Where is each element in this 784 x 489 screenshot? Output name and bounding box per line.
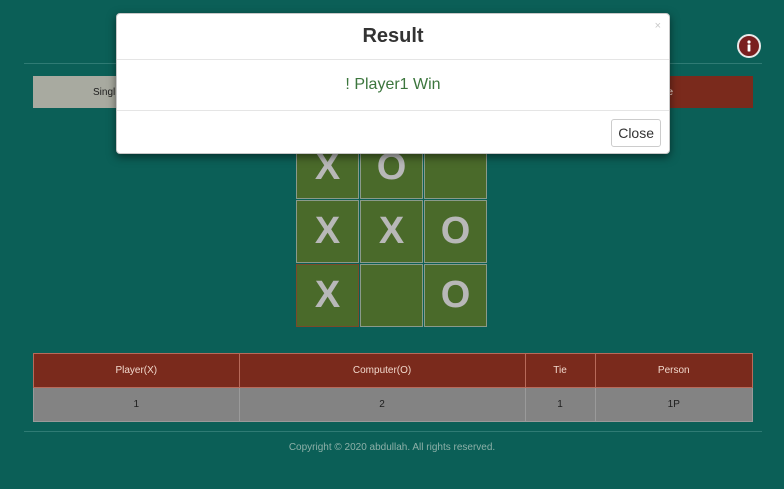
score-value-player: 1 (33, 387, 240, 422)
modal-footer: Close (117, 111, 669, 155)
board-cell[interactable]: O (424, 264, 487, 327)
info-button[interactable] (737, 34, 761, 58)
footer-copyright: Copyright © 2020 abdullah. All rights re… (288, 442, 496, 453)
board-cell[interactable]: X (296, 264, 359, 327)
bottom-divider (24, 431, 762, 432)
board-cell[interactable]: O (424, 200, 487, 263)
game-board: X O X X O X O (296, 136, 487, 327)
close-button[interactable]: Close (611, 119, 661, 147)
scoreboard-table: Player(X) Computer(O) Tie Person 1 2 1 1… (33, 353, 754, 422)
board-cell[interactable]: X (360, 200, 423, 263)
score-value-computer: 2 (238, 387, 526, 422)
modal-title: Result (362, 25, 424, 47)
score-header-tie: Tie (524, 353, 596, 388)
scoreboard-header-row: Player(X) Computer(O) Tie Person (33, 353, 754, 388)
info-icon (747, 40, 751, 52)
board-cell[interactable] (360, 264, 423, 327)
modal-header: Result × (117, 14, 669, 60)
score-header-person: Person (594, 353, 754, 388)
score-value-tie: 1 (524, 387, 596, 422)
score-value-person: 1P (594, 387, 754, 422)
result-modal: Result × ! Player1 Win Close (116, 13, 670, 154)
scoreboard-value-row: 1 2 1 1P (33, 387, 754, 422)
score-header-computer: Computer(O) (238, 353, 526, 388)
result-message: ! Player1 Win (117, 60, 669, 111)
board-cell[interactable]: X (296, 200, 359, 263)
score-header-player: Player(X) (33, 353, 240, 388)
close-icon[interactable]: × (655, 20, 661, 32)
